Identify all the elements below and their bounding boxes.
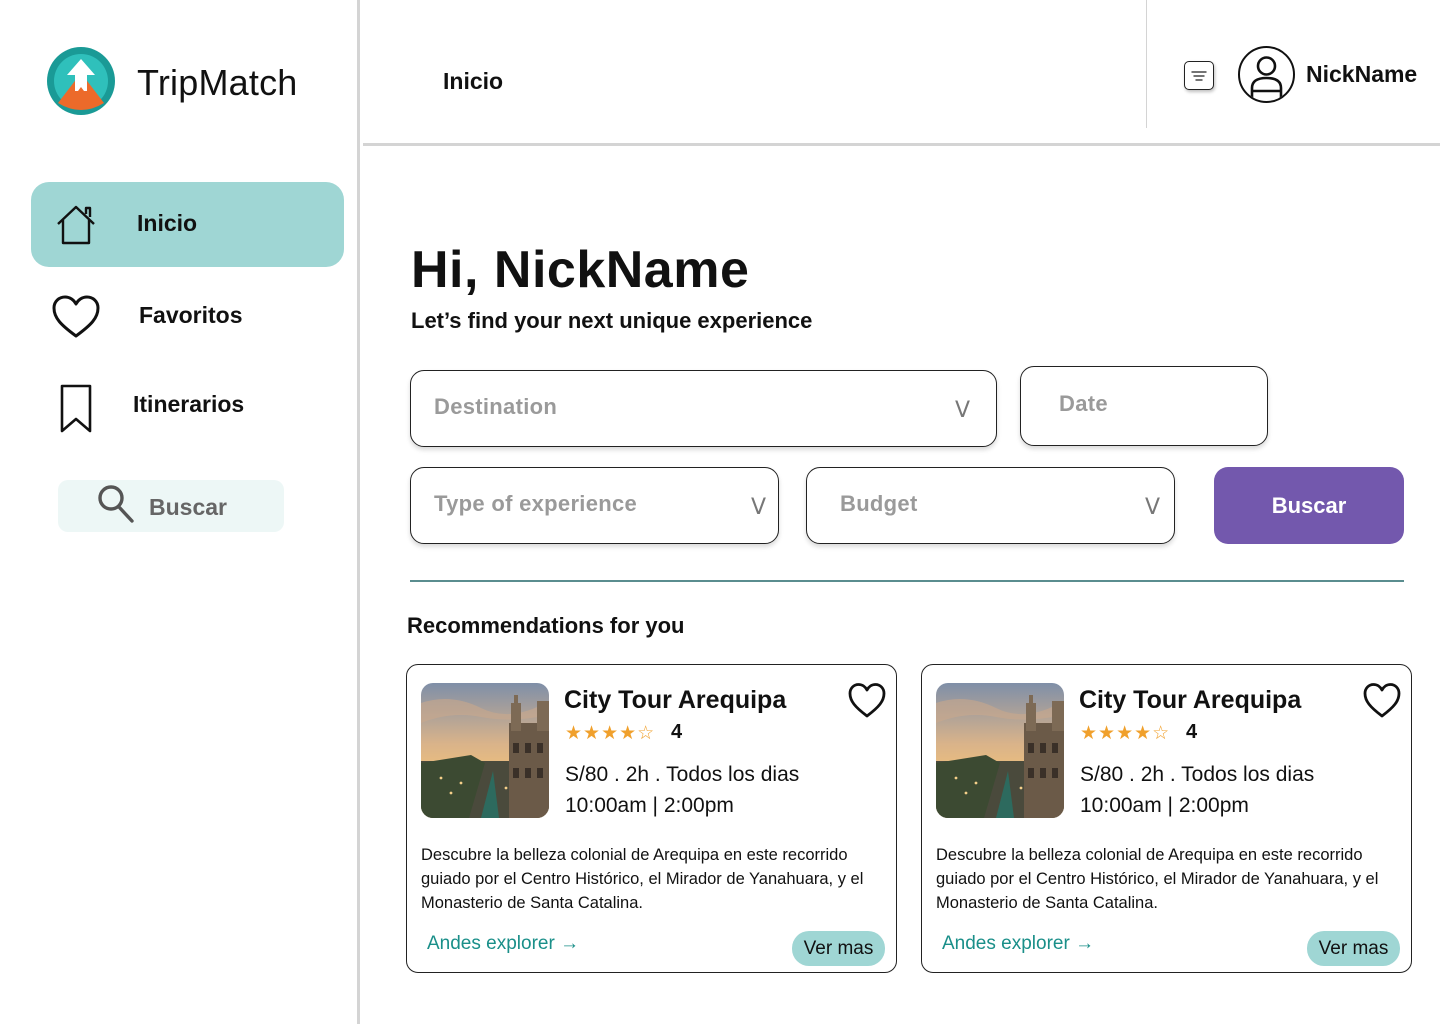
greeting-subtitle: Let’s find your next unique experience (411, 308, 813, 333)
sidebar-item-inicio[interactable]: Inicio (31, 182, 344, 267)
date-placeholder: Date (1059, 391, 1108, 416)
tour-description: Descubre la belleza colonial de Arequipa… (421, 846, 864, 912)
tour-title[interactable]: City Tour Arequipa (564, 686, 786, 715)
sidebar-item-label: Inicio (137, 210, 198, 236)
top-header: Inicio NickName (363, 0, 1440, 146)
home-icon (53, 202, 99, 248)
view-more-button[interactable]: Ver mas (792, 931, 885, 966)
sidebar-item-itinerarios[interactable]: Itinerarios (31, 363, 344, 448)
tour-title[interactable]: City Tour Arequipa (1079, 686, 1301, 715)
experience-type-placeholder: Type of experience (434, 491, 638, 516)
user-name[interactable]: NickName (1306, 61, 1417, 88)
filter-icon (1185, 71, 1213, 93)
header-divider (1146, 0, 1147, 128)
budget-select[interactable]: Budget V (806, 467, 1175, 544)
sidebar-search-label: Buscar (149, 494, 227, 520)
tour-schedule: 10:00am | 2:00pm (565, 794, 734, 817)
tour-photo (936, 683, 1064, 818)
date-field[interactable]: Date (1020, 366, 1268, 446)
rating-value: 4 (1186, 721, 1198, 743)
rating-stars: ★★★★☆ (1080, 722, 1171, 744)
view-more-button[interactable]: Ver mas (1307, 931, 1400, 966)
brand-name: TripMatch (137, 62, 298, 103)
provider-link[interactable]: Andes explorer → (427, 933, 579, 955)
sidebar-item-label: Itinerarios (133, 391, 245, 417)
user-icon (1240, 56, 1293, 101)
tour-photo (421, 683, 549, 818)
heart-icon[interactable] (847, 682, 887, 720)
budget-placeholder: Budget (840, 491, 918, 516)
recommendation-card[interactable]: City Tour Arequipa ★★★★☆ 4 S/80 . 2h . T… (406, 664, 897, 973)
recommendations-title: Recommendations for you (407, 613, 685, 638)
chevron-down-icon: V (1145, 495, 1161, 520)
chevron-down-icon: V (751, 495, 767, 520)
greeting-heading: Hi, NickName (411, 241, 750, 299)
provider-link[interactable]: Andes explorer → (942, 933, 1094, 955)
recommendation-card[interactable]: City Tour Arequipa ★★★★☆ 4 S/80 . 2h . T… (921, 664, 1412, 973)
heart-icon[interactable] (1362, 682, 1402, 720)
heart-icon (51, 294, 100, 340)
rating-value: 4 (671, 721, 683, 743)
experience-type-select[interactable]: Type of experience V (410, 467, 779, 544)
sidebar: TripMatch Inicio Favoritos Itinerarios B… (0, 0, 360, 1024)
destination-select[interactable]: Destination V (410, 370, 997, 447)
sidebar-item-label: Favoritos (139, 302, 243, 328)
search-button[interactable]: Buscar (1214, 467, 1404, 544)
section-divider (410, 580, 1404, 582)
tour-description: Descubre la belleza colonial de Arequipa… (936, 846, 1379, 912)
search-icon (96, 483, 136, 525)
tripmatch-logo-icon[interactable] (47, 47, 115, 115)
tour-price-duration: S/80 . 2h . Todos los dias (1080, 763, 1315, 786)
page-title: Inicio (443, 68, 504, 94)
tour-schedule: 10:00am | 2:00pm (1080, 794, 1249, 817)
destination-placeholder: Destination (434, 394, 558, 419)
rating-stars: ★★★★☆ (565, 722, 656, 744)
tour-price-duration: S/80 . 2h . Todos los dias (565, 763, 800, 786)
user-avatar[interactable] (1238, 46, 1295, 103)
sidebar-item-favoritos[interactable]: Favoritos (31, 274, 344, 359)
bookmark-icon (57, 383, 103, 433)
chevron-down-icon: V (955, 398, 971, 423)
filter-button[interactable] (1184, 61, 1214, 90)
sidebar-search-button[interactable]: Buscar (58, 480, 284, 532)
